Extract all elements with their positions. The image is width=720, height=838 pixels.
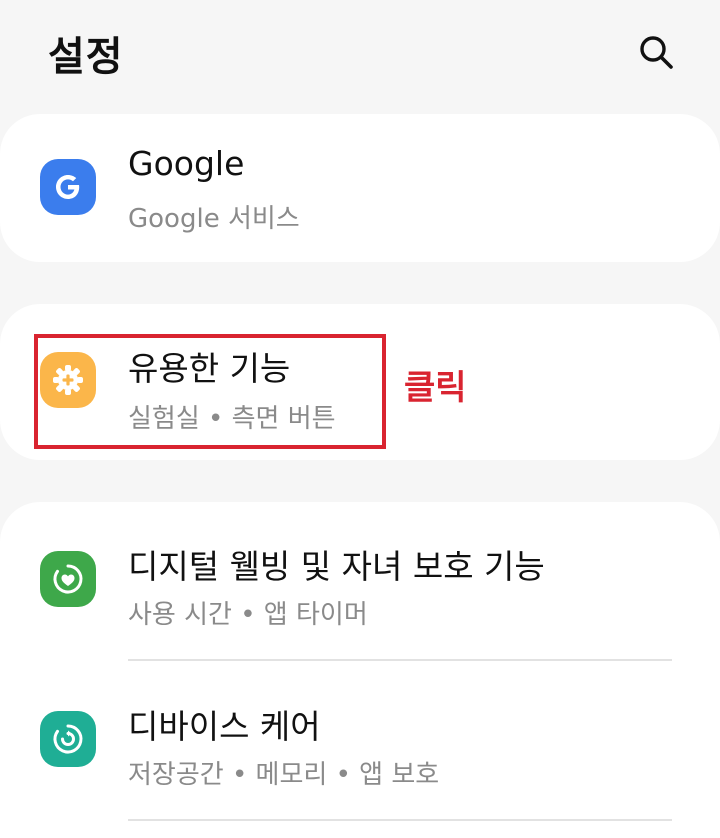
header: 설정 xyxy=(0,0,720,100)
wellbeing-heart-icon xyxy=(40,551,96,607)
item-title: 디지털 웰빙 및 자녀 보호 기능 xyxy=(128,547,545,586)
settings-item-digital-wellbeing[interactable]: 디지털 웰빙 및 자녀 보호 기능 사용 시간 • 앱 타이머 xyxy=(0,502,720,660)
google-icon xyxy=(40,159,96,215)
google-card: Google Google 서비스 xyxy=(0,114,720,262)
settings-item-google[interactable]: Google Google 서비스 xyxy=(0,114,720,262)
divider xyxy=(128,819,672,821)
highlight-box xyxy=(34,334,386,449)
item-subtitle: Google 서비스 xyxy=(128,204,300,234)
search-button[interactable] xyxy=(632,28,680,76)
divider xyxy=(128,659,672,661)
item-title: 디바이스 케어 xyxy=(128,707,321,746)
search-icon xyxy=(640,36,673,69)
settings-item-device-care[interactable]: 디바이스 케어 저장공간 • 메모리 • 앱 보호 xyxy=(0,662,720,820)
item-subtitle: 저장공간 • 메모리 • 앱 보호 xyxy=(128,760,440,790)
item-subtitle: 사용 시간 • 앱 타이머 xyxy=(128,600,368,630)
click-annotation: 클릭 xyxy=(404,368,467,408)
settings-screen: 설정 Google Google 서비스 유용한 기능 실험실 • 측면 버튼 … xyxy=(0,0,720,838)
device-care-icon xyxy=(40,711,96,767)
page-title: 설정 xyxy=(48,34,124,80)
item-title: Google xyxy=(128,144,245,183)
wellbeing-device-card: 디지털 웰빙 및 자녀 보호 기능 사용 시간 • 앱 타이머 디바이스 케어 … xyxy=(0,502,720,838)
